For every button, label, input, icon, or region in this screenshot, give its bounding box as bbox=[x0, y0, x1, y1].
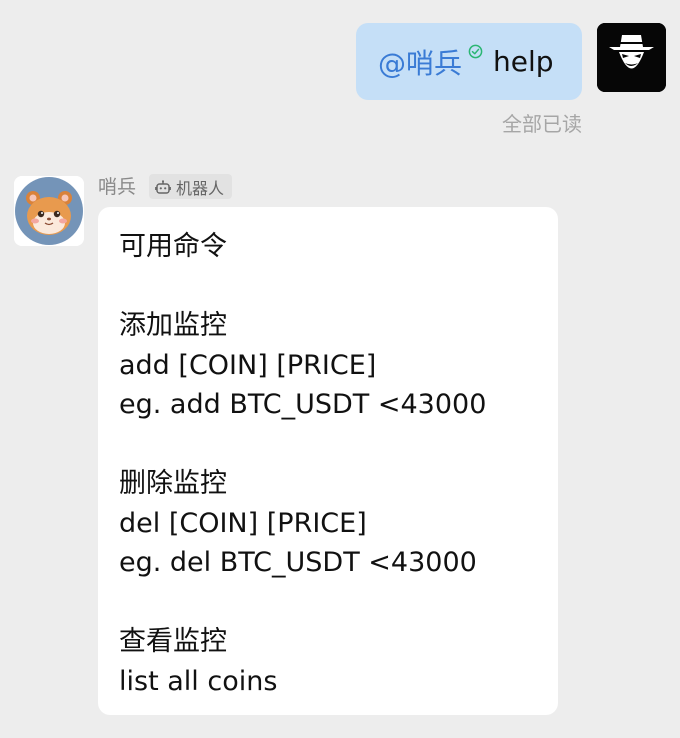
check-circle-icon bbox=[468, 33, 483, 66]
message-line-add-syntax: add [COIN] [PRICE] bbox=[119, 349, 377, 381]
bot-avatar[interactable] bbox=[14, 176, 84, 246]
read-status[interactable]: 全部已读 bbox=[502, 108, 582, 137]
sender-name: 哨兵 bbox=[98, 176, 137, 198]
message-line-del-syntax: del [COIN] [PRICE] bbox=[119, 507, 367, 539]
robot-icon bbox=[155, 179, 171, 194]
bot-badge: 机器人 bbox=[149, 174, 233, 199]
outgoing-message-bubble[interactable]: @哨兵 help bbox=[356, 23, 582, 100]
message-line-list-title: 查看监控 bbox=[119, 626, 227, 657]
message-line-heading: 可用命令 bbox=[119, 231, 227, 262]
incoming-message-bubble[interactable]: 可用命令 添加监控 add [COIN] [PRICE] eg. add BTC… bbox=[98, 207, 558, 715]
message-text: help bbox=[493, 45, 554, 78]
message-line-add-title: 添加监控 bbox=[119, 310, 227, 341]
message-line-del-example: eg. del BTC_USDT <43000 bbox=[119, 547, 477, 578]
message-line-add-example: eg. add BTC_USDT <43000 bbox=[119, 389, 487, 420]
message-line-list-syntax: list all coins bbox=[119, 665, 278, 697]
user-avatar[interactable] bbox=[597, 23, 666, 92]
mention-link[interactable]: @哨兵 bbox=[378, 42, 462, 82]
message-line-del-title: 删除监控 bbox=[119, 468, 227, 499]
bot-badge-label: 机器人 bbox=[176, 178, 225, 198]
